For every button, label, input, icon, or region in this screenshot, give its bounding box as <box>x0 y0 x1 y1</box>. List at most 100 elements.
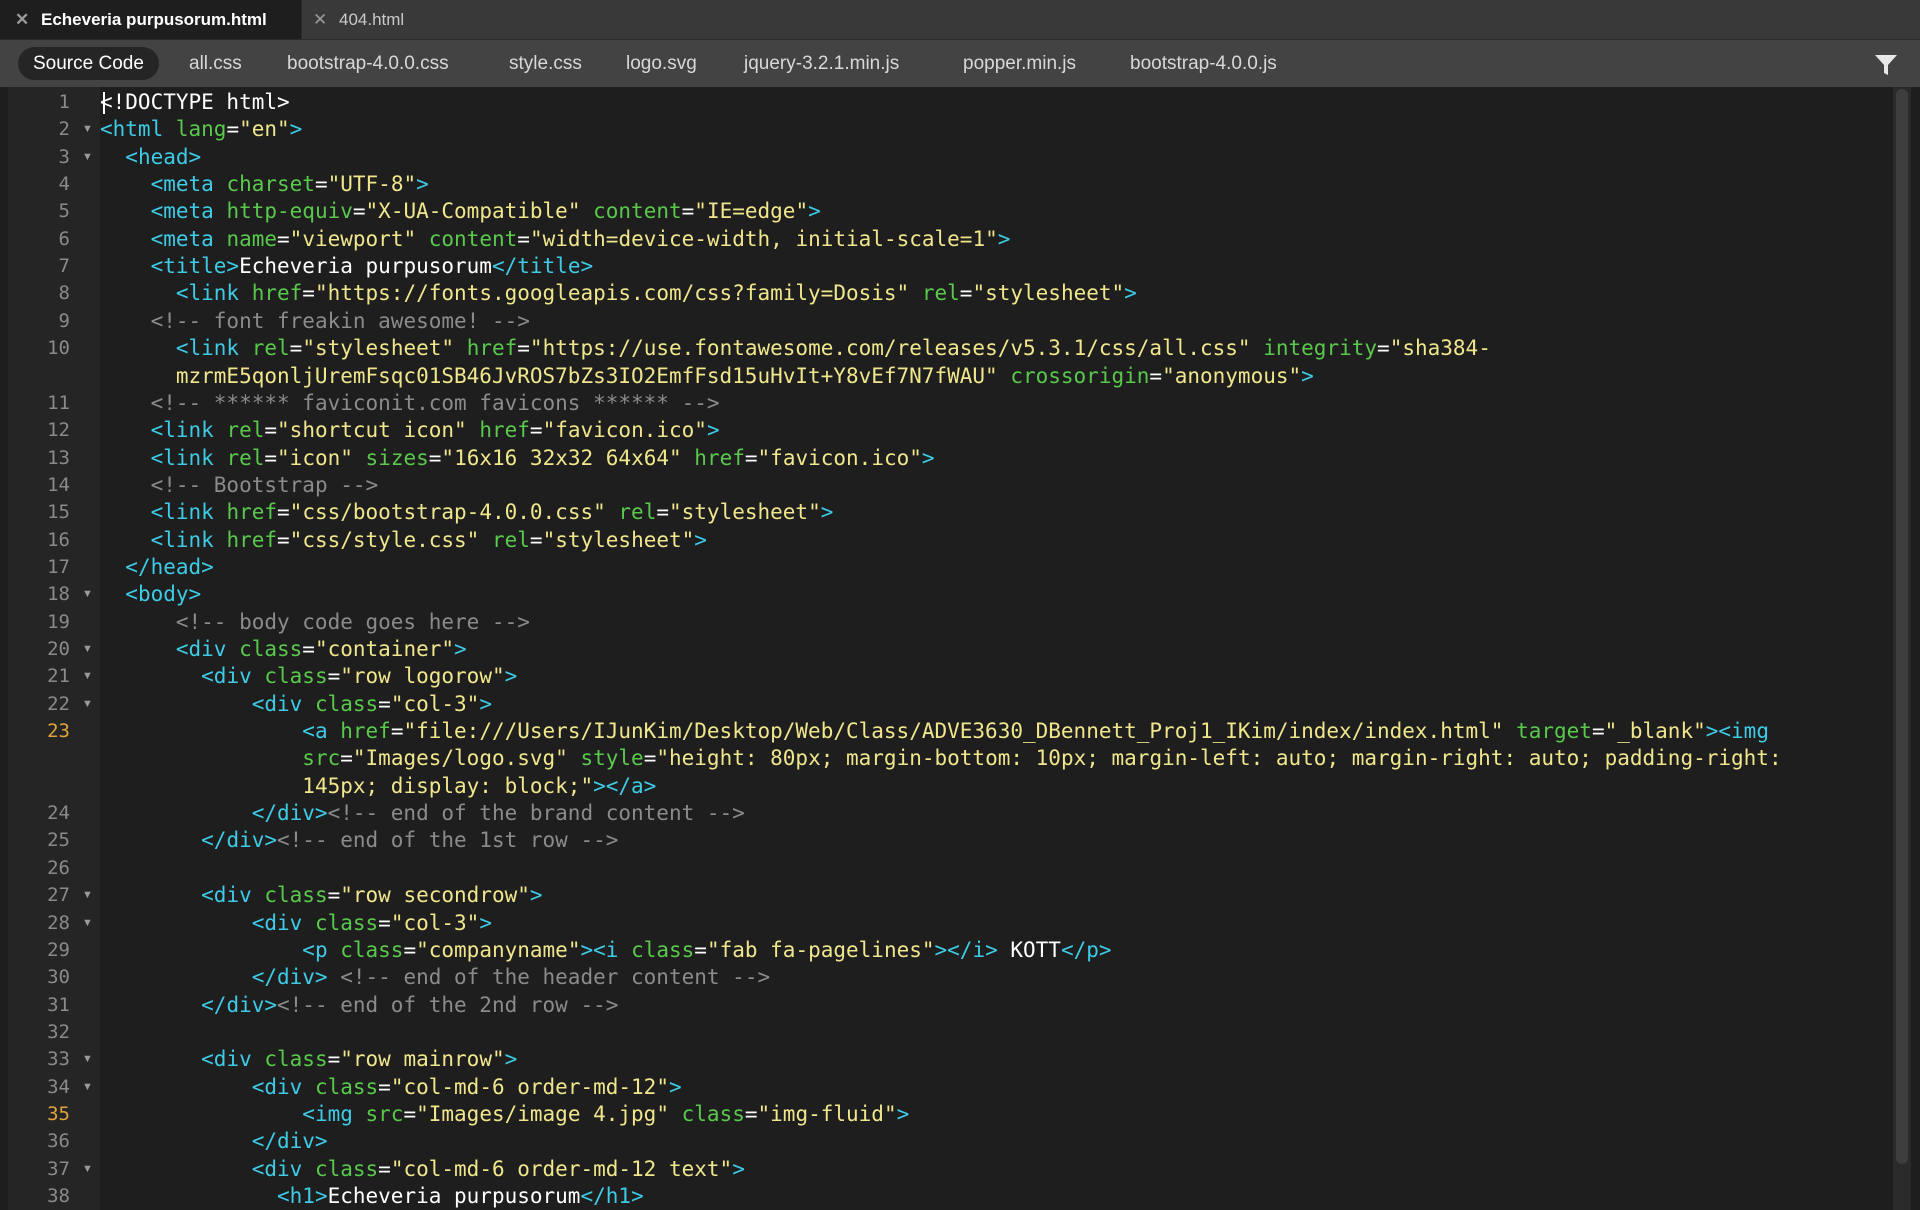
code-attribute: class <box>314 1156 379 1181</box>
code-line[interactable]: <!-- font freakin awesome! --> <box>100 308 1875 335</box>
close-icon[interactable]: ✕ <box>313 10 327 30</box>
fold-arrow-icon[interactable]: ▼ <box>82 882 93 909</box>
related-file-bootstrap-css[interactable]: bootstrap-4.0.0.css <box>287 47 449 80</box>
code-line[interactable]: <!DOCTYPE html> <box>100 89 1875 116</box>
code-line[interactable]: <link href="css/bootstrap-4.0.0.css" rel… <box>100 499 1875 526</box>
code-line[interactable]: <div class="col-md-6 order-md-12 text"> <box>100 1156 1875 1183</box>
fold-arrow-icon[interactable]: ▼ <box>82 663 93 690</box>
code-line[interactable]: src="Images/logo.svg" style="height: 80p… <box>100 745 1875 772</box>
related-file-all-css[interactable]: all.css <box>189 47 242 80</box>
fold-arrow-icon[interactable]: ▼ <box>82 1074 93 1101</box>
code-line[interactable]: <title>Echeveria purpusorum</title> <box>100 253 1875 280</box>
line-number: 20 <box>47 638 70 660</box>
code-line[interactable]: <!-- body code goes here --> <box>100 609 1875 636</box>
code-line[interactable]: <div class="row secondrow"> <box>100 882 1875 909</box>
related-file-style-css[interactable]: style.css <box>509 47 582 80</box>
code-text: Echeveria purpusorum <box>239 254 492 279</box>
code-attribute: charset <box>226 172 315 197</box>
filter-icon[interactable] <box>1873 52 1899 78</box>
code-value: "img-fluid" <box>757 1101 897 1126</box>
code-line[interactable]: <link href="css/style.css" rel="styleshe… <box>100 527 1875 554</box>
code-punctuation: = <box>517 336 530 361</box>
code-tag: <h1> <box>277 1184 328 1208</box>
related-file-source-code[interactable]: Source Code <box>18 47 159 80</box>
fold-arrow-icon[interactable]: ▼ <box>82 116 93 143</box>
code-value: "companyname" <box>416 937 581 962</box>
code-line[interactable]: <meta charset="UTF-8"> <box>100 171 1875 198</box>
code-line[interactable]: </div><!-- end of the 1st row --> <box>100 827 1875 854</box>
code-line[interactable]: <div class="col-3"> <box>100 691 1875 718</box>
code-line[interactable]: </div><!-- end of the brand content --> <box>100 800 1875 827</box>
fold-arrow-icon[interactable]: ▼ <box>82 144 93 171</box>
fold-arrow-icon[interactable]: ▼ <box>82 636 93 663</box>
code-line[interactable]: </head> <box>100 554 1875 581</box>
code-line[interactable]: mzrmE5qonljUremFsqc01SB46JvROS7bZs3IO2Em… <box>100 363 1875 390</box>
line-number: 16 <box>47 528 70 551</box>
line-number: 1 <box>58 91 70 113</box>
related-file-popper-js[interactable]: popper.min.js <box>963 47 1076 80</box>
code-punctuation: = <box>643 746 657 771</box>
code-line[interactable]: <div class="col-md-6 order-md-12"> <box>100 1074 1875 1101</box>
close-icon[interactable]: ✕ <box>15 10 29 30</box>
code-line[interactable]: <div class="row logorow"> <box>100 663 1875 690</box>
code-line[interactable]: <img src="Images/image 4.jpg" class="img… <box>100 1101 1875 1128</box>
code-line[interactable]: 145px; display: block;"></a> <box>100 773 1875 800</box>
code-line[interactable]: <link rel="icon" sizes="16x16 32x32 64x6… <box>100 445 1875 472</box>
code-line[interactable]: <div class="container"> <box>100 636 1875 663</box>
code-line[interactable]: <h1>Echeveria purpusorum</h1> <box>100 1183 1875 1210</box>
code-attribute: class <box>264 1047 328 1072</box>
code-line[interactable]: </div> <box>100 1128 1875 1155</box>
code-line[interactable]: <!-- Bootstrap --> <box>100 472 1875 499</box>
fold-arrow-icon[interactable]: ▼ <box>82 581 93 608</box>
code-punctuation: = <box>289 336 303 361</box>
code-line[interactable]: <div class="col-3"> <box>100 910 1875 937</box>
code-attribute: class <box>314 1074 379 1099</box>
code-line[interactable]: <!-- ****** faviconit.com favicons *****… <box>100 390 1875 417</box>
code-line[interactable]: <meta http-equiv="X-UA-Compatible" conte… <box>100 198 1875 225</box>
code-value: "anonymous" <box>1162 363 1302 388</box>
code-line[interactable]: <link href="https://fonts.googleapis.com… <box>100 280 1875 307</box>
line-number: 36 <box>47 1130 70 1153</box>
scrollbar-thumb[interactable] <box>1896 89 1908 1164</box>
code-tag: <p <box>302 937 341 962</box>
code-line[interactable]: <p class="companyname"><i class="fab fa-… <box>100 937 1875 964</box>
code-line[interactable]: <body> <box>100 581 1875 608</box>
code-line[interactable]: <link rel="shortcut icon" href="favicon.… <box>100 417 1875 444</box>
code-tag: > <box>694 527 707 552</box>
code-tag: <link <box>150 418 227 443</box>
related-file-bootstrap-js[interactable]: bootstrap-4.0.0.js <box>1130 47 1277 80</box>
code-line[interactable]: <a href="file:///Users/IJunKim/Desktop/W… <box>100 718 1875 745</box>
code-attribute: src <box>365 1101 404 1126</box>
fold-arrow-icon[interactable]: ▼ <box>82 1046 93 1073</box>
fold-arrow-icon[interactable]: ▼ <box>82 910 93 937</box>
fold-arrow-icon[interactable]: ▼ <box>82 691 93 718</box>
code-tag: > <box>706 418 720 443</box>
code-line[interactable]: </div> <!-- end of the header content --… <box>100 964 1875 991</box>
fold-arrow-icon[interactable]: ▼ <box>82 1156 93 1183</box>
code-line[interactable]: <meta name="viewport" content="width=dev… <box>100 226 1875 253</box>
document-tab-404[interactable]: ✕ 404.html <box>313 0 443 39</box>
code-line[interactable]: <div class="row mainrow"> <box>100 1046 1875 1073</box>
code-line[interactable]: <head> <box>100 144 1875 171</box>
vertical-scrollbar[interactable] <box>1893 87 1911 1210</box>
code-line[interactable]: <link rel="stylesheet" href="https://use… <box>100 335 1875 362</box>
code-value: "col-md-6 order-md-12 text" <box>390 1156 733 1181</box>
code-line[interactable]: </div><!-- end of the 2nd row --> <box>100 992 1875 1019</box>
code-value: "width=device-width, initial-scale=1" <box>529 226 998 251</box>
code-tag: <title> <box>150 254 240 279</box>
code-editor[interactable]: 1 2 ▼ 3 ▼ 4 5 6 7 8 9 10 11 12 13 14 15 16 17 18 ▼ 19 20 ▼ 21 ▼ 22… <box>0 87 1920 1210</box>
code-content[interactable]: <!DOCTYPE html> <html lang="en"> <head> <… <box>100 87 1890 1210</box>
code-tag: <div <box>251 1156 315 1181</box>
code-line[interactable]: <html lang="en"> <box>100 116 1875 143</box>
code-attribute: href <box>466 336 518 361</box>
related-file-jquery-js[interactable]: jquery-3.2.1.min.js <box>744 47 899 80</box>
code-comment: <!-- body code goes here --> <box>175 609 530 634</box>
related-file-logo-svg[interactable]: logo.svg <box>626 47 697 80</box>
document-tab-echeveria[interactable]: ✕ Echeveria purpusorum.html <box>0 0 302 39</box>
